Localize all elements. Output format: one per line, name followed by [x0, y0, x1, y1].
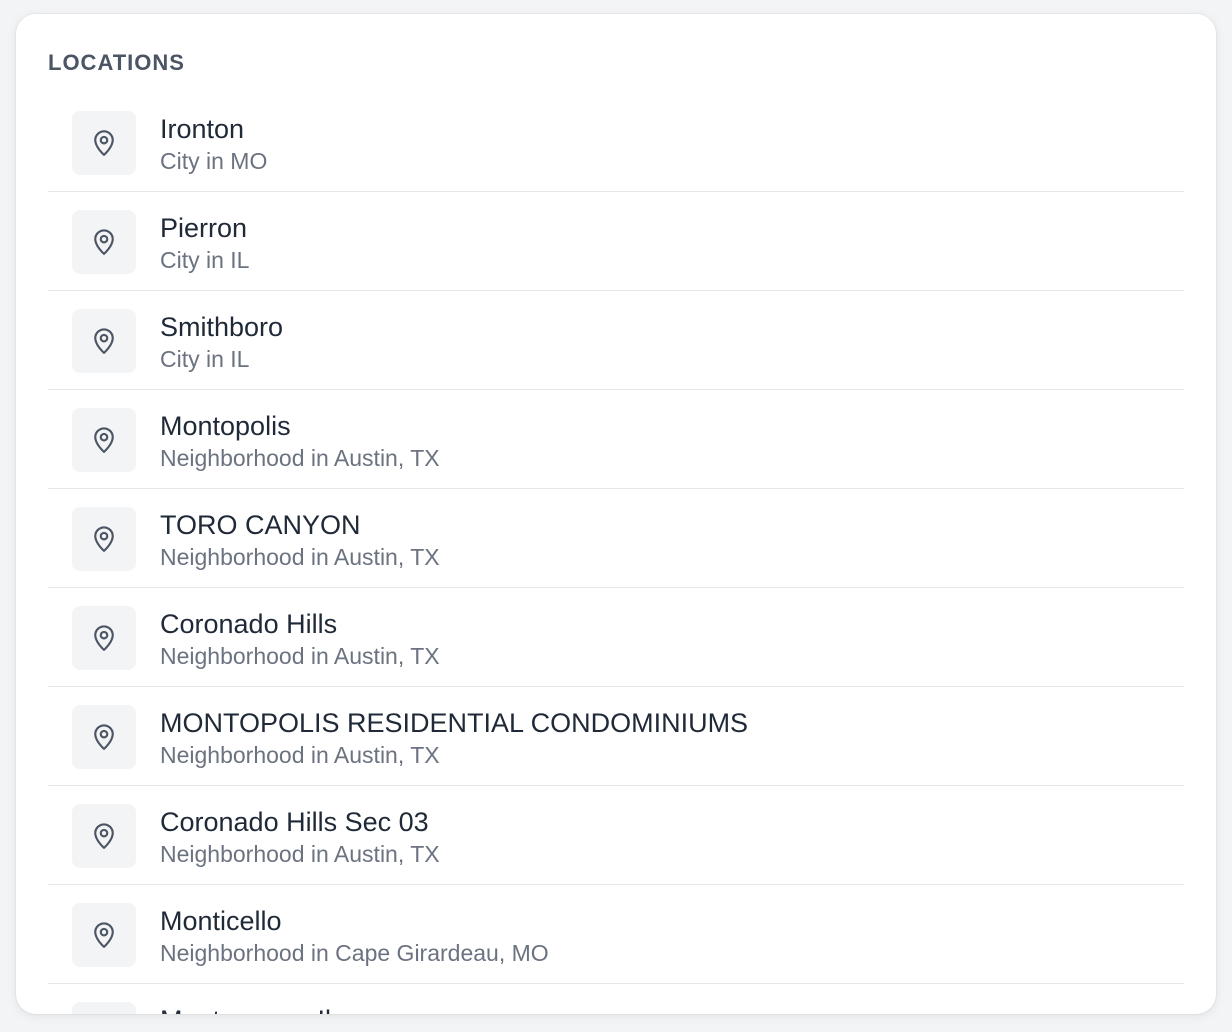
map-pin-icon	[72, 804, 136, 868]
list-item[interactable]: Montgomery Il	[48, 984, 1184, 1014]
location-name: Montopolis	[160, 411, 291, 441]
map-pin-icon	[72, 705, 136, 769]
section-title: LOCATIONS	[48, 50, 185, 75]
locations-panel: LOCATIONS Ironton City in MO Pierron Cit…	[16, 14, 1216, 1014]
location-name: Montgomery Il	[160, 1004, 331, 1014]
location-name: Coronado Hills Sec 03	[160, 807, 429, 837]
list-item[interactable]: MONTOPOLIS RESIDENTIAL CONDOMINIUMS Neig…	[48, 687, 1184, 786]
location-name: MONTOPOLIS RESIDENTIAL CONDOMINIUMS	[160, 708, 749, 738]
list-item[interactable]: Monticello Neighborhood in Cape Girardea…	[48, 885, 1184, 984]
list-item[interactable]: Smithboro City in IL	[48, 291, 1184, 390]
location-type: Neighborhood in Austin, TX	[160, 742, 440, 768]
location-name: Pierron	[160, 213, 248, 243]
map-pin-icon	[72, 408, 136, 472]
location-name: Smithboro	[160, 312, 284, 342]
location-type: City in IL	[160, 346, 250, 372]
map-pin-icon	[72, 903, 136, 967]
list-item[interactable]: Montopolis Neighborhood in Austin, TX	[48, 390, 1184, 489]
locations-list: Ironton City in MO Pierron City in IL Sm…	[48, 93, 1184, 1014]
location-name: Coronado Hills	[160, 609, 338, 639]
location-type: Neighborhood in Austin, TX	[160, 445, 440, 471]
map-pin-icon	[72, 606, 136, 670]
map-pin-icon	[72, 111, 136, 175]
list-item[interactable]: TORO CANYON Neighborhood in Austin, TX	[48, 489, 1184, 588]
map-pin-icon	[72, 507, 136, 571]
location-name: Monticello	[160, 906, 282, 936]
location-name: Ironton	[160, 114, 245, 144]
list-item[interactable]: Coronado Hills Neighborhood in Austin, T…	[48, 588, 1184, 687]
map-pin-icon	[72, 210, 136, 274]
location-type: City in MO	[160, 148, 268, 174]
location-type: Neighborhood in Austin, TX	[160, 643, 440, 669]
map-pin-icon	[72, 1002, 136, 1014]
location-type: Neighborhood in Austin, TX	[160, 841, 440, 867]
list-item[interactable]: Coronado Hills Sec 03 Neighborhood in Au…	[48, 786, 1184, 885]
list-item[interactable]: Pierron City in IL	[48, 192, 1184, 291]
map-pin-icon	[72, 309, 136, 373]
list-item[interactable]: Ironton City in MO	[48, 93, 1184, 192]
location-type: Neighborhood in Cape Girardeau, MO	[160, 940, 549, 966]
location-type: City in IL	[160, 247, 250, 273]
location-name: TORO CANYON	[160, 510, 361, 540]
location-type: Neighborhood in Austin, TX	[160, 544, 440, 570]
